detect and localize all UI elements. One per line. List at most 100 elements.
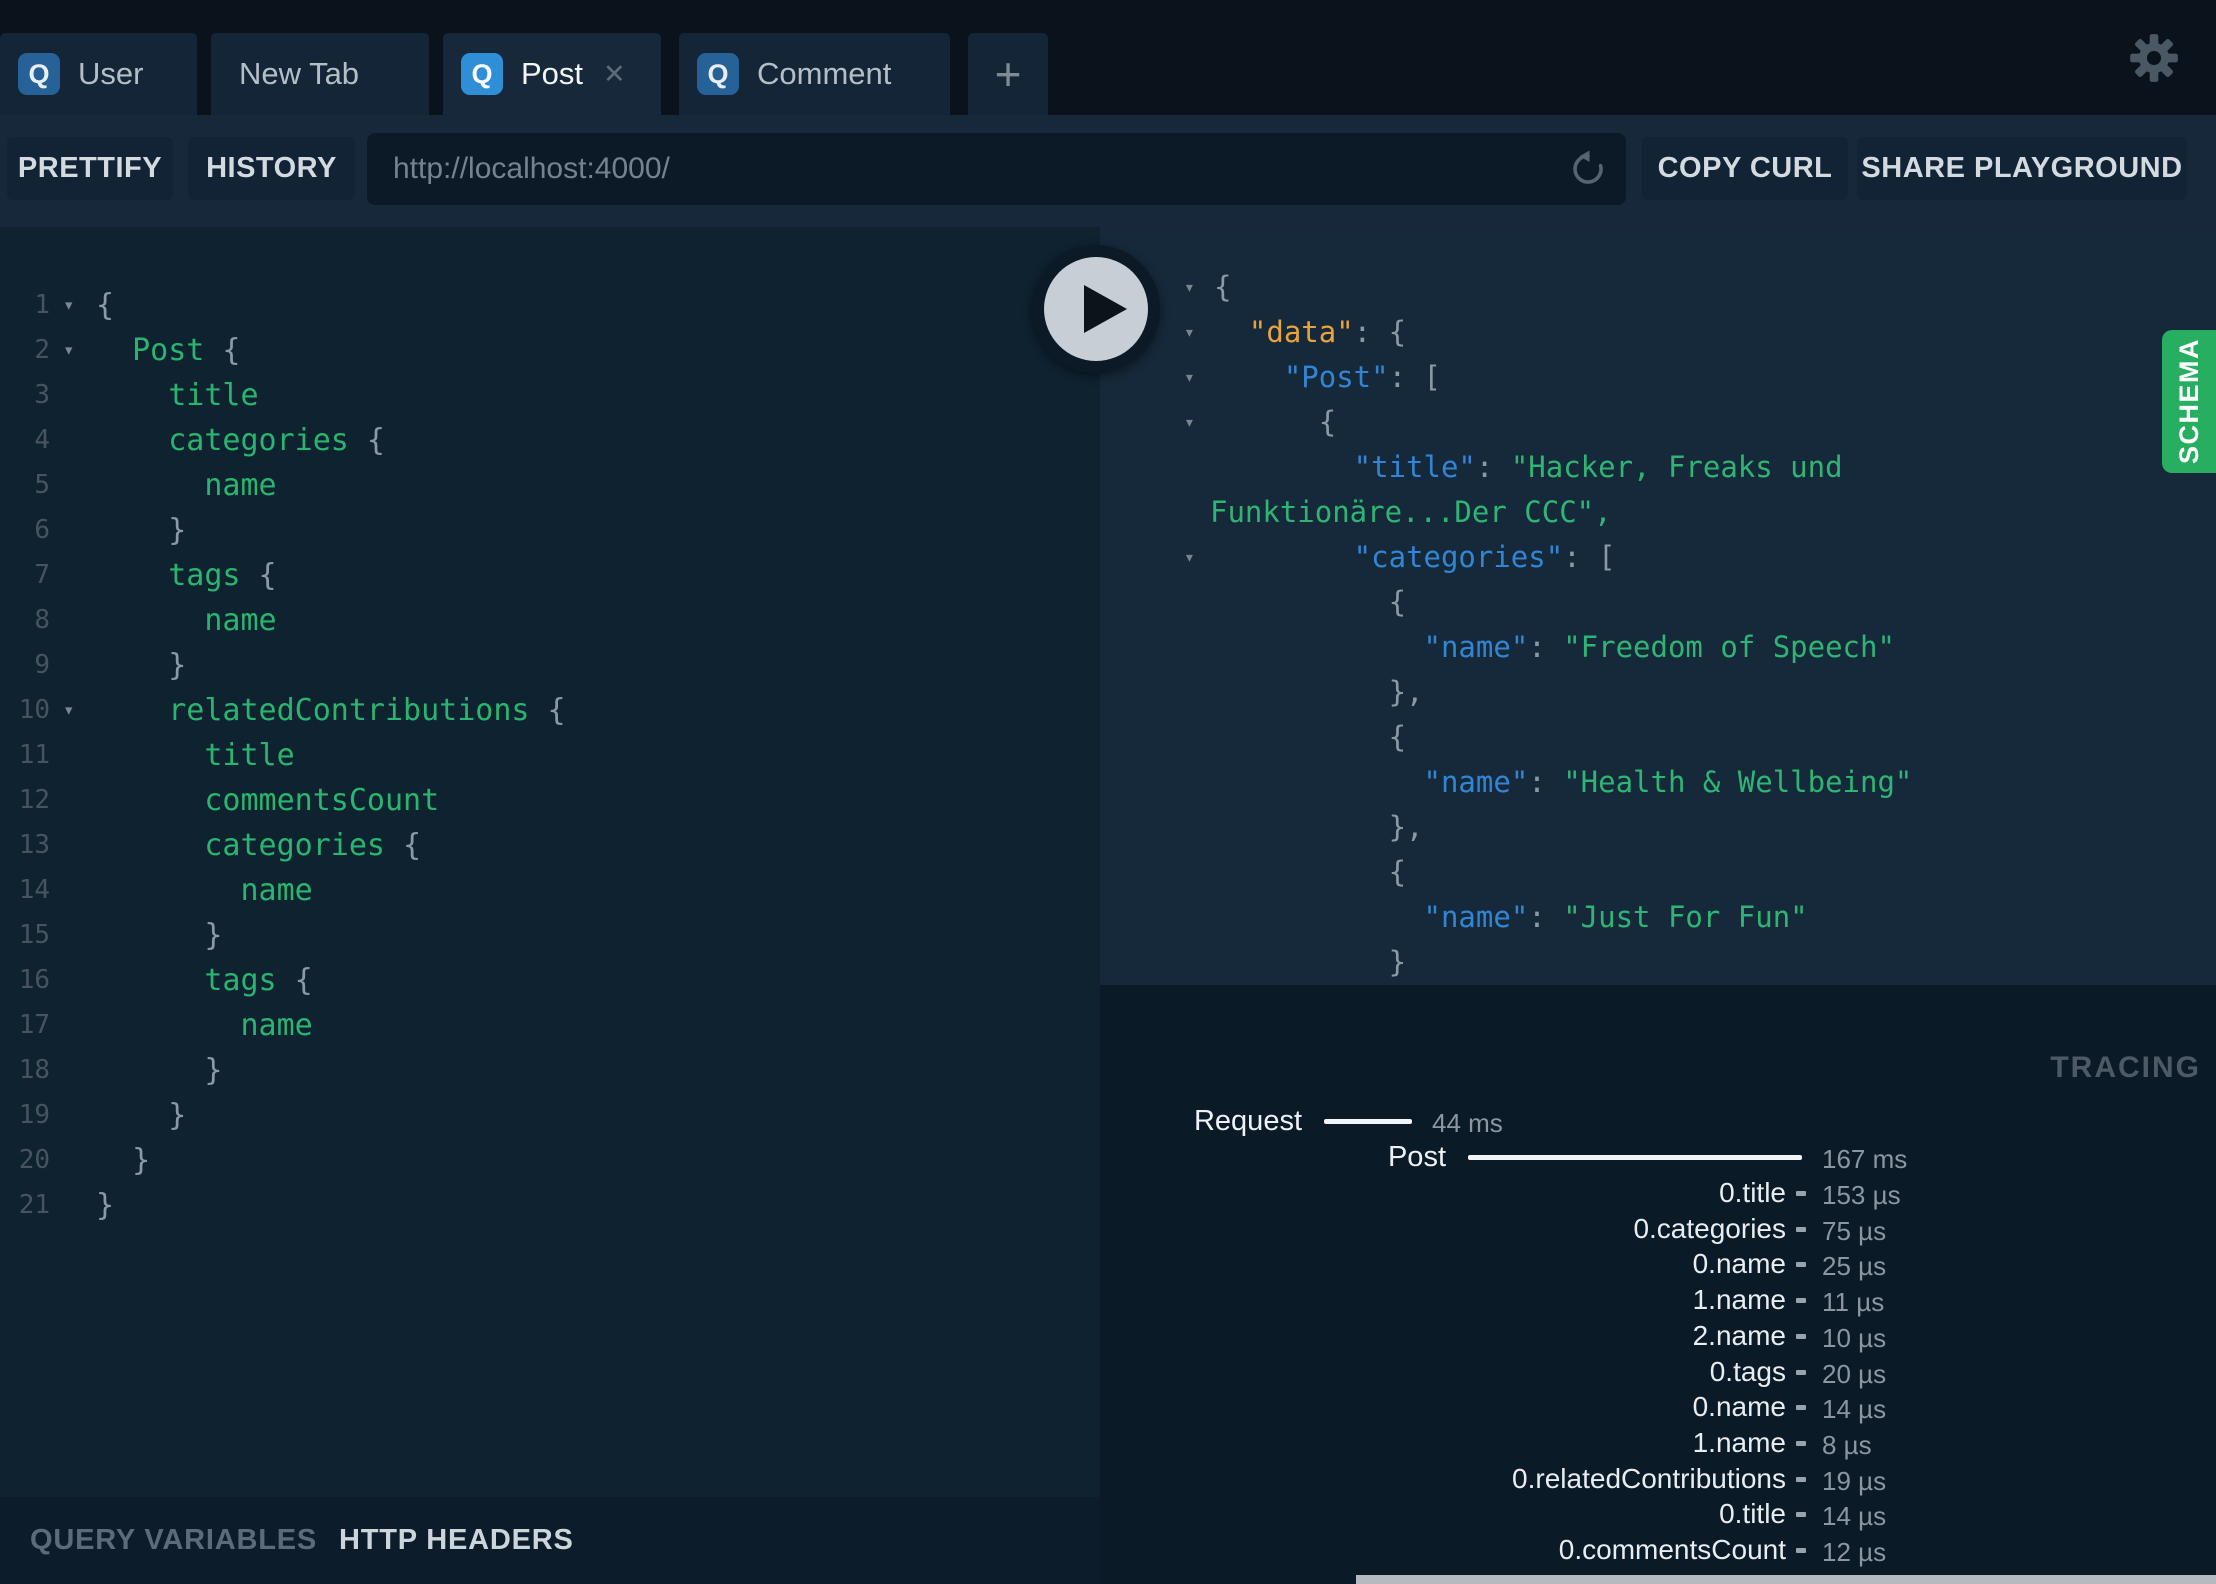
- fold-arrow-icon[interactable]: ▾: [1184, 310, 1195, 355]
- editor-line: 4 categories {: [0, 418, 1100, 463]
- trace-resolver-label: 1.name: [1692, 1426, 1786, 1458]
- query-editor[interactable]: 1 ▾{2 ▾ Post {3 title 4 categories {5 name 6} 7 ta…: [0, 227, 1100, 1497]
- response-line: }: [1100, 940, 2216, 985]
- fold-arrow-icon[interactable]: ▾: [1184, 535, 1195, 580]
- tab-http-headers[interactable]: HTTP HEADERS: [339, 1524, 574, 1557]
- prettify-button[interactable]: PRETTIFY: [7, 137, 173, 200]
- token: commentsCount: [204, 783, 440, 818]
- tab-query-variables[interactable]: QUERY VARIABLES: [30, 1524, 317, 1557]
- trace-dash-icon: [1796, 1191, 1806, 1196]
- trace-resolver-label: 0.title: [1719, 1498, 1786, 1530]
- fold-arrow-icon[interactable]: ▾: [50, 283, 96, 328]
- token: "name": [1423, 900, 1529, 934]
- trace-duration: 20 µs: [1822, 1358, 1887, 1389]
- trace-resolver-label: 0.name: [1692, 1248, 1786, 1280]
- response-line: "name": "Health & Wellbeing": [1100, 760, 2216, 805]
- token: {: [1318, 405, 1337, 439]
- response-line: "name": "Just For Fun": [1100, 895, 2216, 940]
- query-badge-icon: Q: [18, 53, 60, 95]
- editor-line: 18}: [0, 1048, 1100, 1093]
- response-line: {: [1100, 850, 2216, 895]
- line-number: 2: [34, 335, 50, 365]
- code-text: {: [1100, 585, 1406, 619]
- tab-label: New Tab: [239, 56, 360, 91]
- token: {: [547, 693, 566, 728]
- response-lines: ▾{▾ "data": {▾ "Post": [▾{"title": "Hacker…: [1100, 227, 2216, 985]
- response-line: {: [1100, 715, 2216, 760]
- trace-resolver-row: 0.name 25 µs: [1100, 1246, 2216, 1282]
- fold-arrow-icon[interactable]: ▾: [1184, 265, 1195, 310]
- token: :: [1528, 765, 1564, 799]
- fold-arrow-icon[interactable]: ▾: [50, 328, 96, 373]
- fold-gutter: [50, 598, 96, 643]
- trace-resolver-row: 0.name 14 µs: [1100, 1389, 2216, 1425]
- line-number: 13: [18, 830, 50, 860]
- token: {: [1388, 585, 1407, 619]
- add-tab-button[interactable]: +: [968, 33, 1048, 115]
- response-line: "name": "Freedom of Speech": [1100, 625, 2216, 670]
- fold-gutter: [50, 913, 96, 958]
- code-text: }: [96, 913, 222, 958]
- code-text: name: [96, 1003, 312, 1048]
- code-text: }: [1100, 945, 1406, 979]
- close-icon[interactable]: ✕: [603, 59, 626, 90]
- fold-arrow-icon[interactable]: ▾: [1184, 355, 1195, 400]
- response-line: },: [1100, 805, 2216, 850]
- trace-dash-icon: [1796, 1405, 1806, 1411]
- editor-line: 10 ▾ relatedContributions {: [0, 688, 1100, 733]
- line-number: 17: [18, 1010, 50, 1040]
- settings-gear-icon[interactable]: [2128, 32, 2180, 84]
- play-icon: [1084, 285, 1127, 333]
- horizontal-scrollbar[interactable]: [1356, 1575, 2216, 1584]
- code-text: tags {: [96, 553, 277, 598]
- code-text: {: [1100, 720, 1406, 754]
- token: relatedContributions: [168, 693, 548, 728]
- token: {: [1388, 855, 1407, 889]
- tracing-panel: TRACING Request 44 ms Post 167 ms 0.title 153…: [1100, 985, 2216, 1584]
- history-button[interactable]: HISTORY: [188, 137, 355, 200]
- url-input[interactable]: http://localhost:4000/: [367, 133, 1626, 205]
- tab-user[interactable]: Q User: [0, 33, 197, 115]
- tab-new-tab[interactable]: New Tab: [211, 33, 429, 115]
- line-number: 8: [34, 605, 50, 635]
- trace-resolver-row: 1.name 8 µs: [1100, 1425, 2216, 1461]
- code-text: categories {: [96, 823, 421, 868]
- line-number: 4: [34, 425, 50, 455]
- trace-dash-icon: [1796, 1369, 1806, 1375]
- line-number: 11: [18, 740, 50, 770]
- fold-gutter: [50, 643, 96, 688]
- token: "Hacker, Freaks und: [1510, 450, 1843, 484]
- line-number: 10: [18, 695, 50, 725]
- token: {: [258, 558, 277, 593]
- trace-resolver-label: 1.name: [1692, 1284, 1786, 1316]
- code-text: "Post": [: [1100, 360, 1441, 394]
- trace-bar: [1468, 1155, 1802, 1160]
- query-editor-lines: 1 ▾{2 ▾ Post {3 title 4 categories {5 name 6} 7 ta…: [0, 227, 1100, 1228]
- response-line: Funktionäre...Der CCC",: [1100, 490, 2216, 535]
- tab-post[interactable]: Q Post ✕: [443, 33, 661, 115]
- response-line: },: [1100, 670, 2216, 715]
- editor-line: 9}: [0, 643, 1100, 688]
- code-text: categories {: [96, 418, 385, 463]
- trace-resolver-row: 0.title 14 µs: [1100, 1496, 2216, 1532]
- response-viewer: ▾{▾ "data": {▾ "Post": [▾{"title": "Hacker…: [1100, 227, 2216, 985]
- copy-curl-button[interactable]: COPY CURL: [1642, 137, 1848, 200]
- fold-arrow-icon[interactable]: ▾: [50, 688, 96, 733]
- fold-gutter: [50, 1138, 96, 1183]
- trace-duration: 19 µs: [1822, 1465, 1887, 1496]
- fold-gutter: [50, 733, 96, 778]
- fold-arrow-icon[interactable]: ▾: [1184, 400, 1195, 445]
- fold-gutter: [50, 868, 96, 913]
- tab-comment[interactable]: Q Comment: [679, 33, 950, 115]
- schema-side-tab[interactable]: SCHEMA: [2162, 330, 2216, 473]
- token: title: [168, 378, 259, 413]
- fold-gutter: [50, 1093, 96, 1138]
- line-number: 15: [18, 920, 50, 950]
- line-number: 3: [34, 380, 50, 410]
- line-number: 21: [18, 1190, 50, 1220]
- execute-button[interactable]: [1032, 245, 1160, 373]
- share-playground-button[interactable]: SHARE PLAYGROUND: [1857, 137, 2187, 200]
- reload-icon[interactable]: [1568, 149, 1608, 189]
- trace-dash-icon: [1796, 1440, 1806, 1446]
- code-text: Funktionäre...Der CCC",: [1100, 495, 1612, 529]
